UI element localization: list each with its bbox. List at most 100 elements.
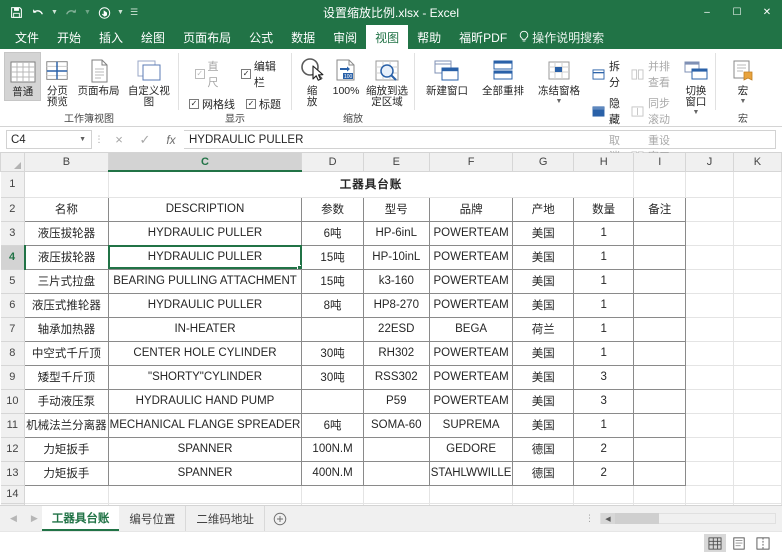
- cell-E4[interactable]: HP-10inL: [363, 245, 429, 269]
- cell-B1[interactable]: [25, 171, 109, 197]
- row-header-7[interactable]: 7: [1, 317, 25, 341]
- formula-bar-grip[interactable]: ⋮: [92, 134, 106, 145]
- cell-G2[interactable]: 产地: [513, 197, 573, 221]
- cell-B12[interactable]: 力矩扳手: [25, 437, 109, 461]
- cell-J1[interactable]: [686, 171, 734, 197]
- cell-I7[interactable]: [634, 317, 686, 341]
- cell-C8[interactable]: CENTER HOLE CYLINDER: [108, 341, 302, 365]
- tab-data[interactable]: 数据: [282, 25, 324, 49]
- cell-D8[interactable]: 30吨: [302, 341, 363, 365]
- cell-C7[interactable]: IN-HEATER: [108, 317, 302, 341]
- column-header-F[interactable]: F: [429, 153, 513, 171]
- tab-home[interactable]: 开始: [48, 25, 90, 49]
- cell-D11[interactable]: 6吨: [302, 413, 363, 437]
- row-header-11[interactable]: 11: [1, 413, 25, 437]
- cell-H11[interactable]: 1: [573, 413, 633, 437]
- checkbox-formula-bar[interactable]: ✓ 编辑栏: [241, 58, 285, 90]
- cell-D6[interactable]: 8吨: [302, 293, 363, 317]
- split-button[interactable]: 拆分: [590, 57, 623, 91]
- cell-I5[interactable]: [634, 269, 686, 293]
- switch-windows-button[interactable]: 切换窗口 ▼: [681, 52, 711, 120]
- minimize-button[interactable]: –: [692, 0, 722, 25]
- checkbox-ruler[interactable]: ✓ 直尺: [195, 58, 228, 90]
- row-header-13[interactable]: 13: [1, 461, 25, 485]
- save-icon[interactable]: [6, 3, 26, 23]
- checkbox-gridlines[interactable]: ✓ 网格线: [189, 96, 235, 112]
- column-header-C[interactable]: C: [108, 153, 302, 171]
- cell-C12[interactable]: SPANNER: [108, 437, 302, 461]
- row-header-14[interactable]: 14: [1, 485, 25, 503]
- row-header-12[interactable]: 12: [1, 437, 25, 461]
- cell-F12[interactable]: GEDORE: [429, 437, 513, 461]
- cell-I4[interactable]: [634, 245, 686, 269]
- cell-E8[interactable]: RH302: [363, 341, 429, 365]
- cell-J11[interactable]: [686, 413, 734, 437]
- cell-J15[interactable]: [686, 503, 734, 505]
- cell-J3[interactable]: [686, 221, 734, 245]
- cell-E10[interactable]: P59: [363, 389, 429, 413]
- cell-B13[interactable]: 力矩扳手: [25, 461, 109, 485]
- cell-H10[interactable]: 3: [573, 389, 633, 413]
- cell-H8[interactable]: 1: [573, 341, 633, 365]
- cell-K7[interactable]: [733, 317, 781, 341]
- cell-C4[interactable]: HYDRAULIC PULLER: [108, 245, 302, 269]
- spreadsheet-grid[interactable]: BCDEFGHIJK1工器具台账2名称DESCRIPTION参数型号品牌产地数量…: [0, 153, 782, 505]
- cell-G12[interactable]: 德国: [513, 437, 573, 461]
- cell-F11[interactable]: SUPREMA: [429, 413, 513, 437]
- cell-K10[interactable]: [733, 389, 781, 413]
- cell-I10[interactable]: [634, 389, 686, 413]
- name-box[interactable]: C4 ▼: [6, 130, 92, 149]
- sheet-tab-gongqiju-taizhang[interactable]: 工器具台账: [42, 506, 120, 531]
- cell-H15[interactable]: [573, 503, 633, 505]
- cell-G8[interactable]: 美国: [513, 341, 573, 365]
- tab-draw[interactable]: 绘图: [132, 25, 174, 49]
- next-sheet-icon[interactable]: ▶: [31, 513, 38, 524]
- cell-K4[interactable]: [733, 245, 781, 269]
- cell-H12[interactable]: 2: [573, 437, 633, 461]
- row-header-6[interactable]: 6: [1, 293, 25, 317]
- cell-H13[interactable]: 2: [573, 461, 633, 485]
- redo-icon[interactable]: [61, 3, 81, 23]
- horizontal-scrollbar[interactable]: ◀: [600, 513, 776, 524]
- cell-B2[interactable]: 名称: [25, 197, 109, 221]
- cell-F3[interactable]: POWERTEAM: [429, 221, 513, 245]
- cell-F10[interactable]: POWERTEAM: [429, 389, 513, 413]
- row-header-10[interactable]: 10: [1, 389, 25, 413]
- close-button[interactable]: ✕: [752, 0, 782, 25]
- new-window-button[interactable]: 新建窗口: [419, 52, 475, 99]
- column-header-I[interactable]: I: [634, 153, 686, 171]
- normal-view-button[interactable]: 普通: [4, 52, 41, 101]
- cell-F5[interactable]: POWERTEAM: [429, 269, 513, 293]
- arrange-all-button[interactable]: 全部重排: [475, 52, 531, 99]
- sheet-tab-bianhao-weizhi[interactable]: 编号位置: [119, 506, 186, 531]
- cell-G15[interactable]: [513, 503, 573, 505]
- sheet-bar-grip[interactable]: ⋮: [579, 513, 600, 524]
- cell-I11[interactable]: [634, 413, 686, 437]
- cell-E2[interactable]: 型号: [363, 197, 429, 221]
- cell-D7[interactable]: [302, 317, 363, 341]
- cell-C9[interactable]: "SHORTY"CYLINDER: [108, 365, 302, 389]
- chevron-down-icon[interactable]: ▼: [79, 136, 86, 143]
- cell-F14[interactable]: [429, 485, 513, 503]
- tab-file[interactable]: 文件: [6, 25, 48, 49]
- cell-E9[interactable]: RSS302: [363, 365, 429, 389]
- cell-D12[interactable]: 100N.M: [302, 437, 363, 461]
- hide-button[interactable]: 隐藏: [590, 94, 623, 128]
- cell-G5[interactable]: 美国: [513, 269, 573, 293]
- cell-B4[interactable]: 液压拔轮器: [25, 245, 109, 269]
- cell-F15[interactable]: [429, 503, 513, 505]
- cell-G7[interactable]: 荷兰: [513, 317, 573, 341]
- cell-D2[interactable]: 参数: [302, 197, 363, 221]
- cell-E6[interactable]: HP8-270: [363, 293, 429, 317]
- cell-G13[interactable]: 德国: [513, 461, 573, 485]
- cell-D4[interactable]: 15吨: [302, 245, 363, 269]
- cell-B9[interactable]: 矮型千斤顶: [25, 365, 109, 389]
- undo-dropdown-icon[interactable]: ▼: [50, 9, 59, 16]
- cell-D10[interactable]: [302, 389, 363, 413]
- cell-I6[interactable]: [634, 293, 686, 317]
- freeze-panes-dropdown-icon[interactable]: ▼: [556, 96, 563, 107]
- cell-G3[interactable]: 美国: [513, 221, 573, 245]
- cell-K6[interactable]: [733, 293, 781, 317]
- cell-B5[interactable]: 三片式拉盘: [25, 269, 109, 293]
- row-header-9[interactable]: 9: [1, 365, 25, 389]
